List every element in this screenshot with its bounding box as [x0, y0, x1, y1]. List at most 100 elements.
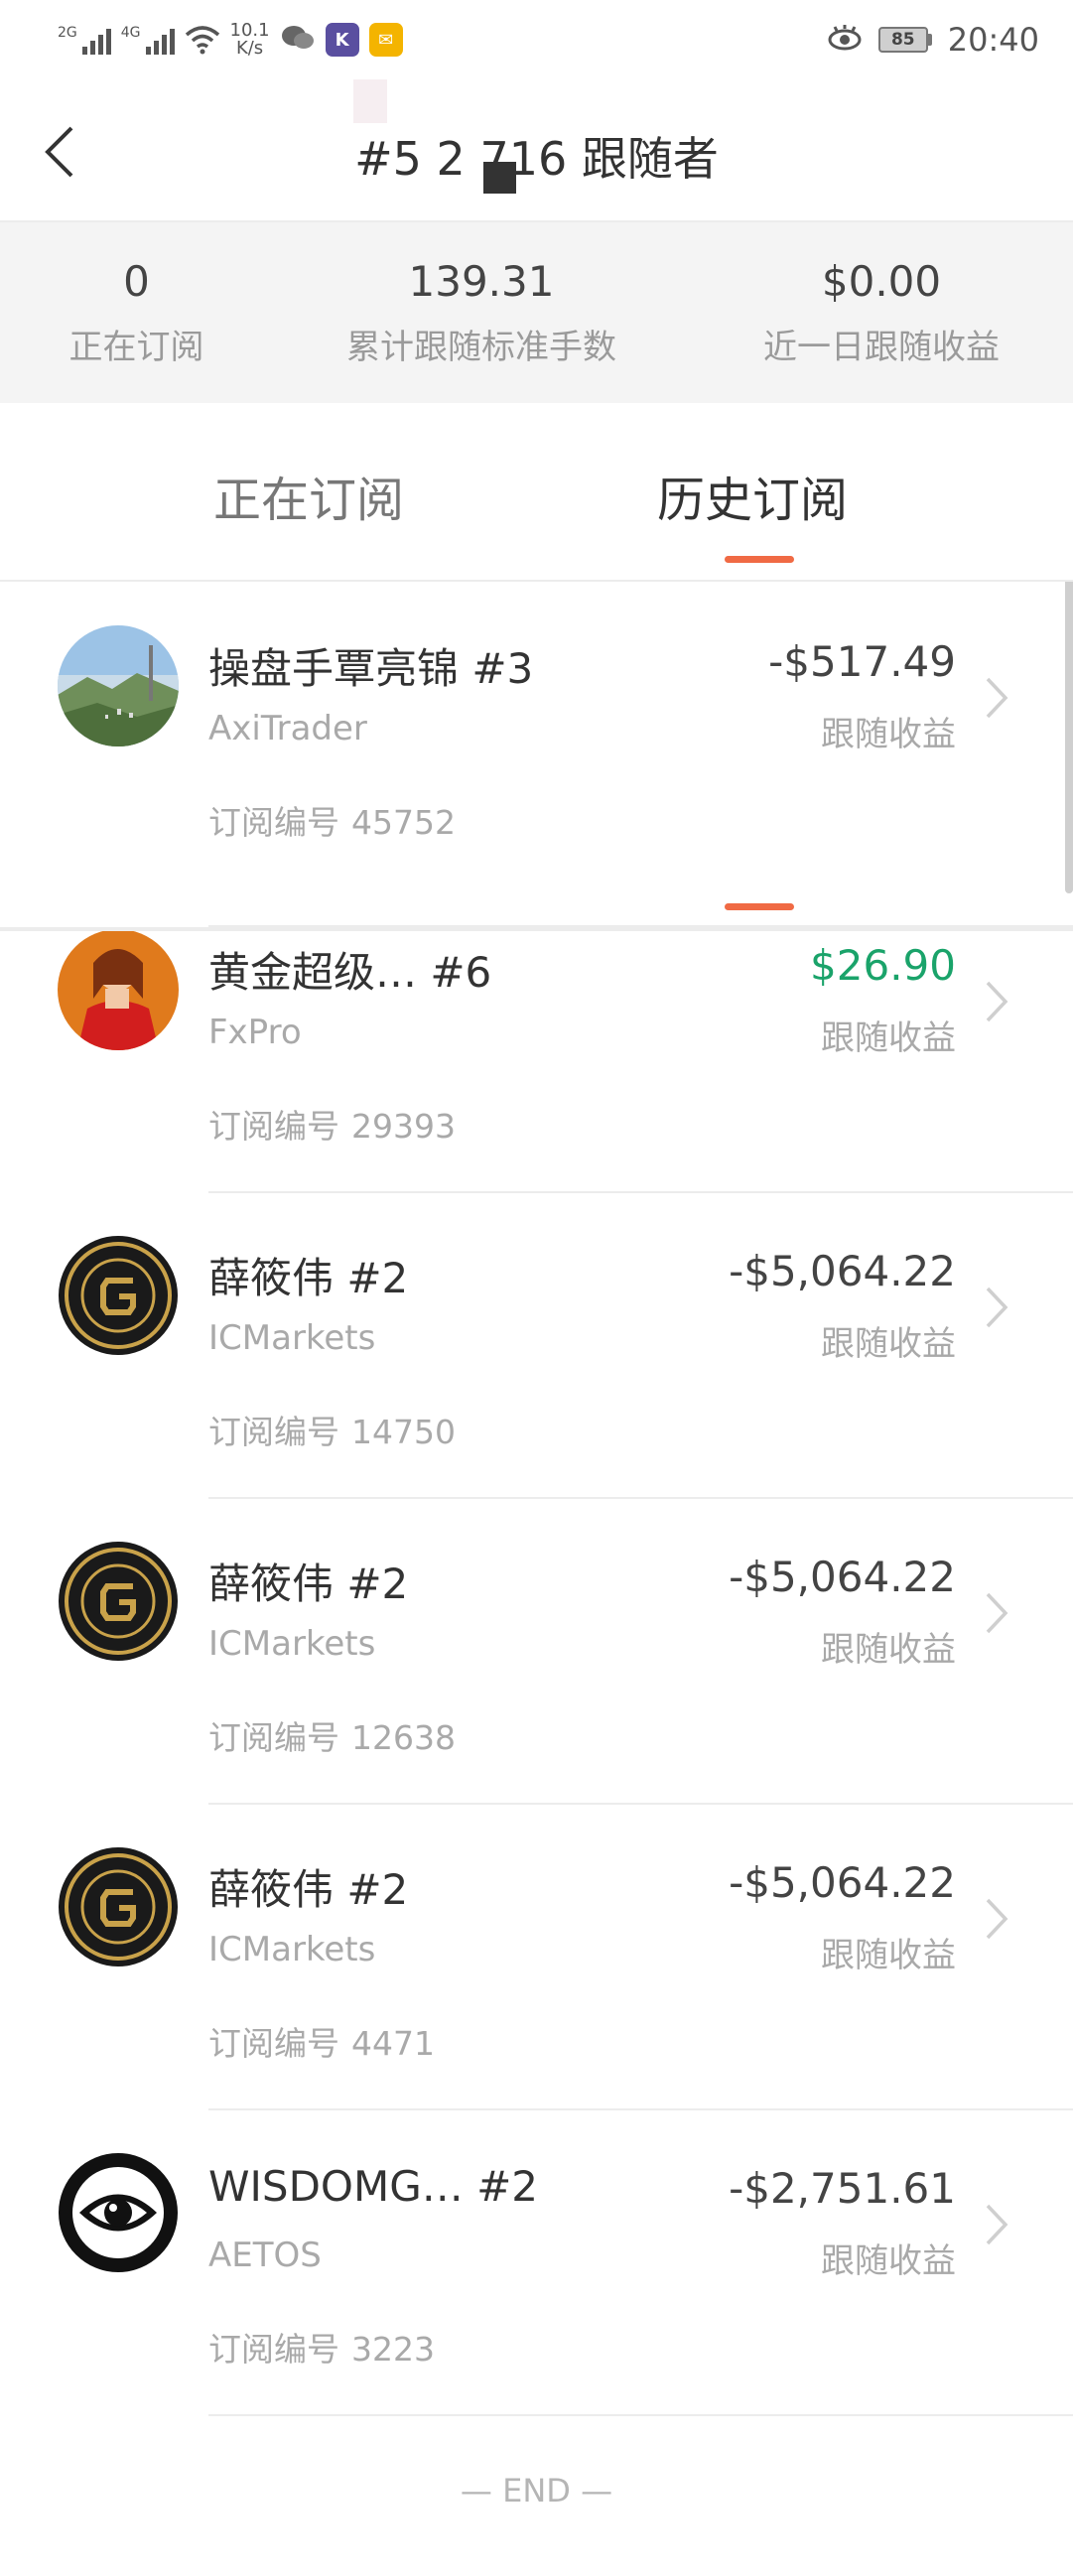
chevron-right-icon	[986, 2204, 1008, 2245]
follow-profit-value: -$517.49	[768, 637, 956, 686]
status-right: 85 20:40	[827, 16, 1039, 64]
net-speed-unit: K/s	[235, 38, 264, 59]
broker-name: AETOS	[208, 2236, 322, 2275]
stat-label: 近一日跟随收益	[763, 328, 1000, 367]
follow-profit-value: $26.90	[810, 941, 956, 990]
subscription-id-label: 订阅编号	[208, 1718, 339, 1757]
follow-profit-label: 跟随收益	[821, 1936, 956, 1975]
follow-profit-label: 跟随收益	[821, 715, 956, 754]
signal-1-label: 2G	[58, 25, 77, 41]
subscription-id-value: 4471	[351, 2024, 435, 2063]
redaction-block	[353, 79, 387, 123]
stat-label: 累计跟随标准手数	[346, 328, 616, 367]
battery-icon: 85	[877, 27, 932, 53]
tab-history-subscriptions[interactable]: 历史订阅	[657, 461, 848, 530]
avatar	[58, 929, 179, 1050]
avatar	[58, 1846, 179, 1967]
follow-profit-label: 跟随收益	[821, 1630, 956, 1670]
wechat-icon	[280, 23, 316, 58]
battery-level: 85	[877, 27, 928, 53]
stat-daily-profit: $0.00 近一日跟随收益	[690, 222, 1073, 403]
subscription-id-value: 12638	[351, 1718, 456, 1757]
follow-profit-label: 跟随收益	[821, 1324, 956, 1364]
subscription-id-value: 14750	[351, 1413, 456, 1451]
follow-profit-label: 跟随收益	[821, 1018, 956, 1058]
chevron-right-icon	[986, 677, 1008, 719]
avatar	[58, 1541, 179, 1662]
divider	[208, 2414, 1073, 2416]
page-title: #5 2 716 跟随者	[354, 132, 719, 186]
subscription-id-label: 订阅编号	[208, 1413, 339, 1451]
trader-name: 黄金超级… #6	[208, 948, 492, 997]
subscription-id: 订阅编号 14750	[208, 1406, 456, 1453]
subscription-id-value: 29393	[351, 1107, 456, 1146]
header: #5 2 716 跟随者	[0, 79, 1073, 222]
broker-name: AxiTrader	[208, 709, 367, 748]
status-left: 2G 4G 10.1 K/s K ✉	[58, 16, 403, 64]
stat-label: 正在订阅	[68, 328, 204, 367]
subscription-id: 订阅编号 12638	[208, 1711, 456, 1759]
avatar	[58, 625, 179, 746]
list-item[interactable]: 薛筱伟 #2 ICMarkets 订阅编号 12638 -$5,064.22 跟随…	[0, 1499, 1073, 1805]
tab-active-indicator	[725, 903, 794, 910]
list-item[interactable]: 薛筱伟 #2 ICMarkets 订阅编号 14750 -$5,064.22 跟随…	[0, 1193, 1073, 1499]
subscription-id-value: 3223	[351, 2330, 435, 2369]
signal-2-label: 4G	[120, 25, 141, 41]
stat-value: $0.00	[821, 257, 942, 306]
subscription-id-value: 45752	[351, 803, 456, 842]
stat-subscribing: 0 正在订阅	[0, 222, 273, 403]
follow-profit-value: -$5,064.22	[729, 1858, 956, 1907]
stat-value: 139.31	[408, 257, 555, 306]
subscription-id: 订阅编号 4471	[208, 2017, 435, 2065]
list-item[interactable]: 黄金超级… #6 FxPro 订阅编号 29393 $26.90 跟随收益	[0, 927, 1073, 1233]
stats-panel: 0 正在订阅 139.31 累计跟随标准手数 $0.00 近一日跟随收益	[0, 222, 1073, 403]
trader-name: 薛筱伟 #2	[208, 1559, 409, 1608]
chevron-right-icon	[986, 981, 1008, 1022]
subscription-id: 订阅编号 45752	[208, 796, 456, 844]
subscription-id-label: 订阅编号	[208, 1107, 339, 1146]
trader-name: 薛筱伟 #2	[208, 1254, 409, 1302]
list-item[interactable]: 薛筱伟 #2 ICMarkets 订阅编号 4471 -$5,064.22 跟随收…	[0, 1805, 1073, 2110]
list-item[interactable]: WISDOMG… #2 AETOS 订阅编号 3223 -$2,751.61 跟随…	[0, 2110, 1073, 2416]
subscription-id-label: 订阅编号	[208, 2024, 339, 2063]
signal-icon-2g: 2G	[58, 25, 111, 55]
avatar	[58, 1235, 179, 1356]
broker-name: FxPro	[208, 1013, 302, 1052]
redaction-block	[483, 162, 516, 194]
mail-app-icon: ✉	[368, 23, 403, 57]
chevron-right-icon	[986, 1592, 1008, 1634]
follow-profit-value: -$2,751.61	[729, 2164, 956, 2213]
follow-profit-label: 跟随收益	[821, 2241, 956, 2281]
tab-current-subscriptions[interactable]: 正在订阅	[213, 461, 404, 530]
follow-profit-value: -$5,064.22	[729, 1247, 956, 1295]
broker-name: ICMarkets	[208, 1318, 376, 1358]
subscription-list: 操盘手覃亮锦 #3 AxiTrader 订阅编号 45752 -$517.49 跟…	[0, 584, 1073, 2416]
trader-name: 薛筱伟 #2	[208, 1865, 409, 1914]
tab-bar: 正在订阅 历史订阅	[0, 403, 1073, 582]
trader-name: WISDOMG… #2	[208, 2162, 539, 2211]
chevron-right-icon	[986, 1898, 1008, 1940]
list-item[interactable]: 操盘手覃亮锦 #3 AxiTrader 订阅编号 45752 -$517.49 跟…	[0, 584, 1073, 927]
subscription-id: 订阅编号 3223	[208, 2323, 435, 2371]
stat-value: 0	[123, 257, 150, 306]
subscription-id-label: 订阅编号	[208, 2330, 339, 2369]
broker-name: ICMarkets	[208, 1930, 376, 1969]
screenshot-seam	[0, 927, 1073, 931]
stat-total-lots: 139.31 累计跟随标准手数	[273, 222, 690, 403]
wifi-icon	[185, 25, 220, 55]
net-speed: 10.1 K/s	[230, 22, 270, 58]
follow-profit-value: -$5,064.22	[729, 1553, 956, 1601]
k-app-icon: K	[325, 23, 359, 57]
status-bar: 2G 4G 10.1 K/s K ✉ 85 20:40	[0, 0, 1073, 79]
subscription-id-label: 订阅编号	[208, 803, 339, 842]
chevron-right-icon	[986, 1287, 1008, 1328]
subscription-id: 订阅编号 29393	[208, 1100, 456, 1148]
avatar	[58, 2152, 179, 2273]
tab-active-indicator	[725, 556, 794, 563]
trader-name: 操盘手覃亮锦 #3	[208, 644, 534, 693]
clock: 20:40	[947, 21, 1039, 59]
signal-icon-4g: 4G	[121, 25, 175, 55]
eye-care-icon	[827, 23, 863, 57]
broker-name: ICMarkets	[208, 1624, 376, 1664]
end-of-list-marker: — END —	[460, 2472, 613, 2509]
